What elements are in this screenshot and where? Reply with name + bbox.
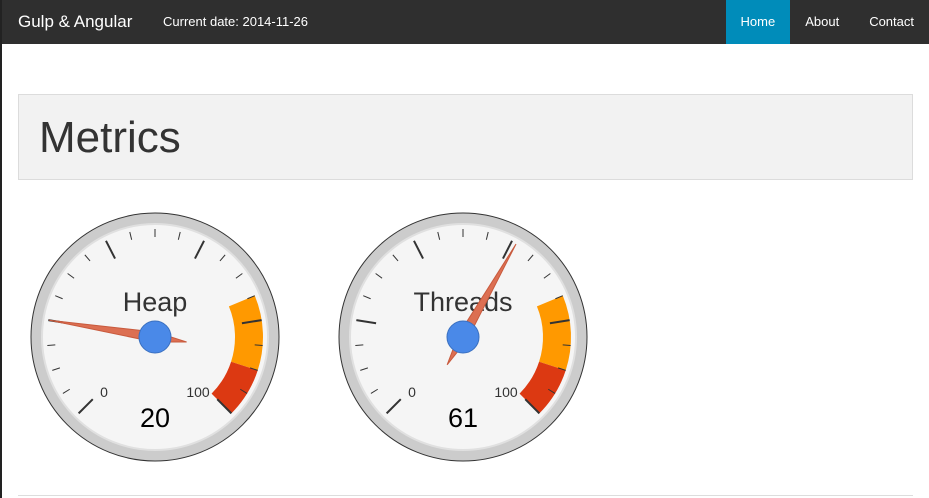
navbar: Gulp & Angular Current date: 2014-11-26 … xyxy=(2,0,929,44)
heap-gauge-max-label: 100 xyxy=(186,384,210,400)
threads-gauge-label: Threads xyxy=(413,287,512,317)
heap-gauge-label: Heap xyxy=(123,287,188,317)
nav-home-link[interactable]: Home xyxy=(725,0,791,44)
threads-gauge-minor-tick xyxy=(562,344,571,346)
threads-gauge-min-label: 0 xyxy=(408,384,416,400)
brand-link[interactable]: Gulp & Angular xyxy=(18,0,132,44)
threads-gauge-needle-hub xyxy=(446,320,480,354)
heap-gauge-needle-hub xyxy=(138,320,172,354)
nav-links: Home About Contact xyxy=(725,0,929,44)
heap-gauge-value: 20 xyxy=(140,403,170,433)
nav-about-link[interactable]: About xyxy=(790,0,854,44)
threads-gauge: Threads 0 100 61 xyxy=(338,212,588,462)
nav-contact-link[interactable]: Contact xyxy=(854,0,929,44)
heap-gauge-minor-tick xyxy=(254,344,263,346)
heap-gauge-min-label: 0 xyxy=(100,384,108,400)
bottom-divider xyxy=(18,495,913,496)
heap-gauge: Heap 0 100 20 xyxy=(30,212,280,462)
page-title: Metrics xyxy=(39,113,181,162)
threads-gauge-minor-tick xyxy=(355,344,364,346)
threads-gauge-max-label: 100 xyxy=(494,384,518,400)
threads-gauge-value: 61 xyxy=(448,403,478,433)
heap-gauge-minor-tick xyxy=(47,344,56,346)
current-date-text: Current date: 2014-11-26 xyxy=(163,14,309,29)
jumbotron: Metrics xyxy=(18,94,913,180)
window-frame-left xyxy=(0,0,2,498)
